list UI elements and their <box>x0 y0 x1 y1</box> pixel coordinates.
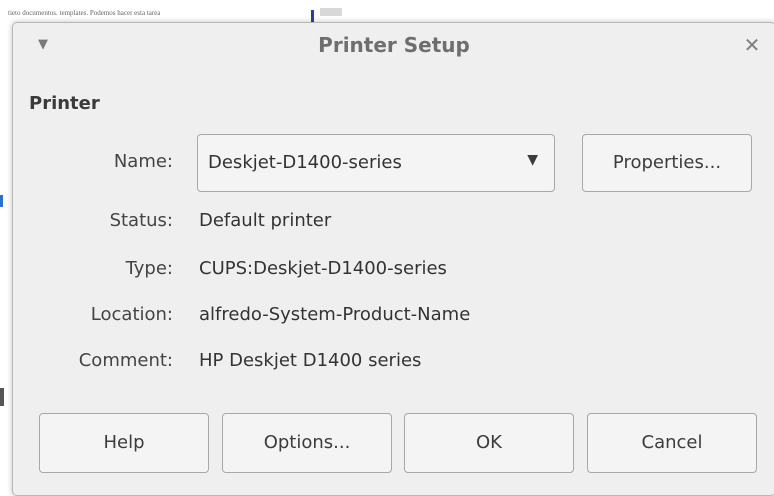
type-value: CUPS:Deskjet-D1400-series <box>199 258 447 279</box>
printer-name-value: Deskjet-D1400-series <box>208 152 402 173</box>
section-header-printer: Printer <box>29 93 100 114</box>
status-label: Status: <box>109 210 173 231</box>
options-button[interactable]: Options... <box>222 413 392 473</box>
status-value: Default printer <box>199 210 332 231</box>
cancel-button[interactable]: Cancel <box>587 413 757 473</box>
help-button[interactable]: Help <box>39 413 209 473</box>
comment-value: HP Deskjet D1400 series <box>199 350 422 371</box>
background-edge-mark <box>0 195 3 207</box>
dialog-title: Printer Setup <box>318 33 470 57</box>
ok-button[interactable]: OK <box>404 413 574 473</box>
title-bar[interactable]: ▼ Printer Setup ✕ <box>13 23 774 73</box>
name-label: Name: <box>113 151 173 172</box>
location-value: alfredo-System-Product-Name <box>199 304 471 325</box>
close-icon[interactable]: ✕ <box>741 34 763 56</box>
printer-name-combobox[interactable]: Deskjet-D1400-series ▼ <box>197 134 555 192</box>
properties-button[interactable]: Properties... <box>582 134 752 192</box>
background-edge-mark <box>0 388 4 406</box>
comment-label: Comment: <box>78 350 173 371</box>
location-label: Location: <box>90 304 173 325</box>
dropdown-arrow-icon: ▼ <box>527 152 538 168</box>
background-document-text: tieto documentos. templates. Podemos hac… <box>8 9 161 17</box>
printer-setup-dialog: ▼ Printer Setup ✕ Printer Name: Deskjet-… <box>12 22 774 496</box>
background-marker <box>320 8 342 16</box>
type-label: Type: <box>125 258 173 279</box>
